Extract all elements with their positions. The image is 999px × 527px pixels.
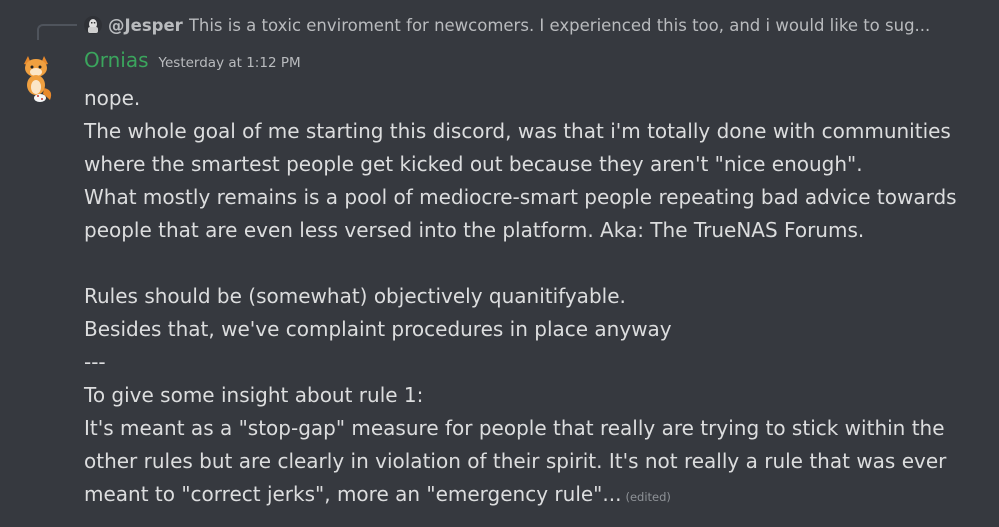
fox-avatar-icon[interactable] [16,52,56,108]
reply-username[interactable]: @Jesper [108,16,183,35]
message-line: It's meant as a "stop-gap" measure for p… [84,416,945,440]
message-line: To give some insight about rule 1: [84,383,424,407]
message-line: What mostly remains is a pool of mediocr… [84,185,957,209]
message-line: nope. [84,86,141,110]
message-last-line: meant to "correct jerks", more an "emerg… [84,478,984,511]
edited-label[interactable]: (edited) [625,490,670,504]
message-line: where the smartest people get kicked out… [84,152,863,176]
message-line: Rules should be (somewhat) objectively q… [84,284,626,308]
message-line-text: meant to "correct jerks", more an "emerg… [84,482,622,506]
reply-avatar-icon[interactable] [84,16,102,34]
message-line [84,247,984,280]
message-line: other rules but are clearly in violation… [84,449,947,473]
message-line: Besides that, we've complaint procedures… [84,317,672,341]
message-timestamp[interactable]: Yesterday at 1:12 PM [159,55,301,71]
author-name[interactable]: Ornias [84,48,149,72]
message-header: Ornias Yesterday at 1:12 PM [84,48,301,78]
message-line: people that are even less versed into th… [84,218,865,242]
message-line: The whole goal of me starting this disco… [84,119,951,143]
message-line: --- [84,350,106,374]
reply-text[interactable]: This is a toxic enviroment for newcomers… [189,16,931,35]
reply-spine [37,24,77,40]
reply-preview[interactable]: @Jesper This is a toxic enviroment for n… [84,14,989,36]
chat-message: @Jesper This is a toxic enviroment for n… [0,0,999,527]
message-content: nope. The whole goal of me starting this… [84,82,984,511]
